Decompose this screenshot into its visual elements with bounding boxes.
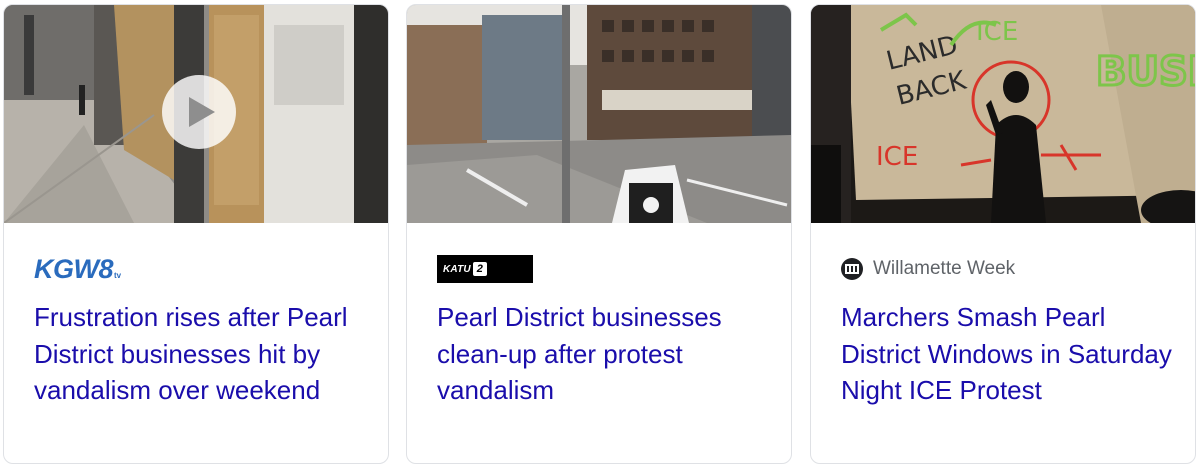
svg-text:BUSH: BUSH: [1096, 49, 1195, 95]
svg-text:ICE: ICE: [876, 142, 918, 172]
ww-mark-icon: [845, 264, 859, 274]
graffiti-wall-image: LAND BACK ICE ICE BUSH: [811, 5, 1195, 223]
willamette-week-logo: [841, 258, 863, 280]
headline-link[interactable]: Pearl District businesses clean-up after…: [437, 299, 771, 409]
headline-link[interactable]: Frustration rises after Pearl District b…: [34, 299, 368, 409]
source-kgw8: KGW8 tv: [34, 253, 122, 284]
kgw8-logo: KGW8: [34, 253, 114, 284]
news-thumbnail[interactable]: LAND BACK ICE ICE BUSH: [811, 5, 1195, 223]
top-stories-carousel: KGW8 tv Frustration rises after Pearl Di…: [0, 0, 1200, 464]
play-video-button[interactable]: [162, 75, 236, 149]
news-card-willamette-week[interactable]: LAND BACK ICE ICE BUSH: [810, 4, 1196, 464]
source-name: Willamette Week: [873, 258, 1016, 279]
news-thumbnail[interactable]: [407, 5, 791, 223]
katu2-logo: KATU 2: [437, 255, 533, 283]
play-icon: [189, 97, 215, 127]
headline-link[interactable]: Marchers Smash Pearl District Windows in…: [841, 299, 1175, 409]
street-intersection-image: [407, 5, 791, 223]
news-card-kgw[interactable]: KGW8 tv Frustration rises after Pearl Di…: [3, 4, 389, 464]
source-katu2: KATU 2: [437, 255, 533, 283]
source-willamette-week: Willamette Week: [841, 255, 1015, 283]
kgw8-logo-sub: tv: [114, 270, 122, 280]
news-thumbnail[interactable]: [4, 5, 388, 223]
news-card-katu[interactable]: KATU 2 Pearl District businesses clean-u…: [406, 4, 792, 464]
